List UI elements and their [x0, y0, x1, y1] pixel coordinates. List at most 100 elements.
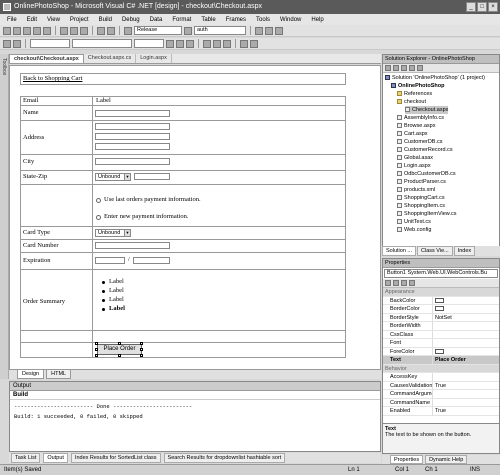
- tree-item[interactable]: OnlinePhotoShop: [391, 82, 444, 90]
- menu-frames[interactable]: Frames: [221, 17, 251, 23]
- prop-row[interactable]: BorderStyle NotSet: [383, 313, 499, 322]
- add-item-icon[interactable]: [13, 26, 21, 35]
- category-behavior[interactable]: Behavior: [383, 364, 499, 373]
- tab-class-view[interactable]: Class Vie...: [417, 246, 453, 256]
- find-icon[interactable]: [184, 26, 192, 35]
- tab-index-results[interactable]: Index Results for SortedList class: [70, 453, 161, 463]
- save-all-icon[interactable]: [43, 26, 51, 35]
- card-type-select[interactable]: Unbound ▼: [95, 229, 131, 237]
- prop-row-selected[interactable]: Text Place Order: [383, 356, 499, 365]
- prop-value[interactable]: [433, 348, 499, 356]
- menu-view[interactable]: View: [42, 17, 65, 23]
- menu-debug[interactable]: Debug: [117, 17, 145, 23]
- tree-item[interactable]: checkout: [397, 98, 426, 106]
- solution-explorer-icon[interactable]: [255, 26, 263, 35]
- expiration-month-input[interactable]: [95, 257, 125, 264]
- tab-design[interactable]: Design: [17, 370, 45, 379]
- prop-row[interactable]: CssClass: [383, 330, 499, 339]
- menu-data[interactable]: Data: [145, 17, 168, 23]
- bold-icon[interactable]: [166, 39, 174, 48]
- prop-value[interactable]: True: [433, 407, 499, 415]
- prop-value[interactable]: [433, 373, 499, 381]
- radio-last-payment[interactable]: [96, 198, 101, 203]
- align-left-icon[interactable]: [203, 39, 211, 48]
- prop-row[interactable]: BorderWidth: [383, 322, 499, 331]
- view-designer-icon[interactable]: [393, 65, 399, 71]
- events-icon[interactable]: [401, 280, 407, 286]
- prop-value[interactable]: [433, 322, 499, 330]
- resize-handle[interactable]: [95, 354, 98, 357]
- tree-item[interactable]: Cart.aspx: [397, 130, 428, 138]
- prop-row[interactable]: Font: [383, 339, 499, 348]
- tab-search-results[interactable]: Search Results for dropdownlist hashtabl…: [163, 453, 286, 463]
- radio-new-payment[interactable]: [96, 215, 101, 220]
- prop-row[interactable]: AccessKey: [383, 373, 499, 382]
- name-input[interactable]: [95, 110, 170, 117]
- tree-item[interactable]: ShoppingItem.cs: [397, 202, 445, 210]
- tree-item[interactable]: ProductParser.cs: [397, 178, 446, 186]
- address-line2-input[interactable]: [95, 133, 170, 140]
- paste-icon[interactable]: [80, 26, 88, 35]
- categorized-icon[interactable]: [385, 280, 391, 286]
- prop-row[interactable]: CommandName: [383, 398, 499, 407]
- tree-item[interactable]: CustomerRecord.cs: [397, 146, 453, 154]
- tree-item[interactable]: OdbcCustomerDB.cs: [397, 170, 456, 178]
- tab-dynamic-help[interactable]: Dynamic Help: [425, 455, 468, 464]
- properties-icon[interactable]: [417, 65, 423, 71]
- new-project-icon[interactable]: [3, 26, 11, 35]
- address-line1-input[interactable]: [95, 123, 170, 130]
- properties-icon[interactable]: [265, 26, 273, 35]
- tab-index[interactable]: Index: [453, 246, 476, 256]
- prop-value[interactable]: [433, 390, 499, 398]
- numbered-list-icon[interactable]: [240, 39, 248, 48]
- card-number-input[interactable]: [95, 242, 170, 249]
- prop-value[interactable]: NotSet: [433, 314, 499, 322]
- prop-row[interactable]: BorderColor: [383, 305, 499, 314]
- view-code-icon[interactable]: [385, 65, 391, 71]
- menu-edit[interactable]: Edit: [22, 17, 42, 23]
- menu-format[interactable]: Format: [167, 17, 196, 23]
- prop-row[interactable]: CommandArgument: [383, 390, 499, 399]
- city-input[interactable]: [95, 158, 170, 165]
- underline-icon[interactable]: [186, 39, 194, 48]
- tree-item[interactable]: Browse.aspx: [397, 122, 436, 130]
- bullet-list-icon[interactable]: [250, 39, 258, 48]
- category-appearance[interactable]: Appearance: [383, 288, 499, 297]
- tab-properties[interactable]: Properties: [390, 455, 424, 464]
- minimize-button[interactable]: _: [466, 2, 476, 12]
- prop-row[interactable]: ForeColor: [383, 347, 499, 356]
- maximize-button[interactable]: □: [477, 2, 487, 12]
- close-button[interactable]: ×: [488, 2, 498, 12]
- menu-table[interactable]: Table: [196, 17, 220, 23]
- configuration-select[interactable]: Release: [134, 26, 182, 35]
- align-center-icon[interactable]: [213, 39, 221, 48]
- tab-output[interactable]: Output: [43, 453, 68, 463]
- menu-tools[interactable]: Tools: [251, 17, 275, 23]
- prop-row[interactable]: Enabled True: [383, 407, 499, 416]
- alphabetical-icon[interactable]: [393, 280, 399, 286]
- prop-value[interactable]: [433, 297, 499, 305]
- prop-value[interactable]: [433, 339, 499, 347]
- resize-handle[interactable]: [118, 354, 121, 357]
- find-combo[interactable]: auth: [194, 26, 246, 35]
- resize-handle[interactable]: [95, 342, 98, 345]
- italic-icon[interactable]: [176, 39, 184, 48]
- prop-row[interactable]: CausesValidation True: [383, 381, 499, 390]
- prop-value[interactable]: True: [433, 382, 499, 390]
- tab-checkout-aspx-cs[interactable]: Checkout.aspx.cs: [84, 54, 137, 63]
- tree-item[interactable]: CustomerDB.cs: [397, 138, 443, 146]
- tree-item[interactable]: Web.config: [397, 226, 431, 234]
- menu-file[interactable]: File: [2, 17, 22, 23]
- prop-value[interactable]: [433, 305, 499, 313]
- prop-value[interactable]: [433, 331, 499, 339]
- tab-login-aspx[interactable]: Login.aspx: [136, 54, 172, 63]
- font-size-select[interactable]: [134, 39, 164, 48]
- layout-icon[interactable]: [3, 39, 11, 48]
- tab-solution-explorer[interactable]: Solution ...: [382, 246, 416, 256]
- tree-item[interactable]: Login.aspx: [397, 162, 431, 170]
- tree-item[interactable]: AssemblyInfo.cs: [397, 114, 444, 122]
- start-icon[interactable]: [124, 26, 132, 35]
- resize-handle[interactable]: [140, 354, 143, 357]
- zip-input[interactable]: [134, 173, 170, 180]
- block-format-select[interactable]: [30, 39, 70, 48]
